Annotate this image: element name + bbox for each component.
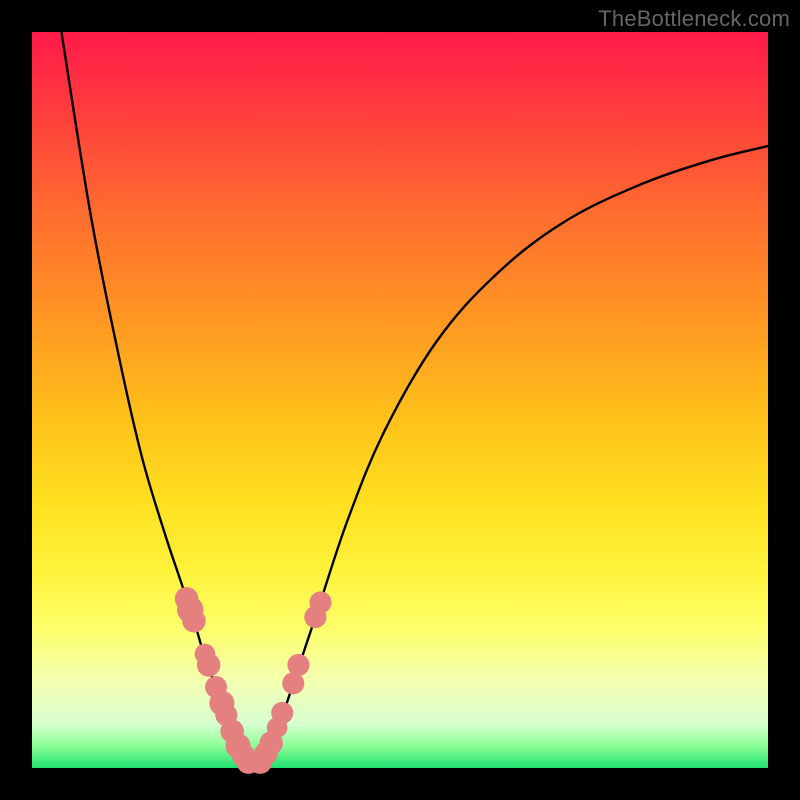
- watermark-text: TheBottleneck.com: [598, 6, 790, 32]
- marker-layer: [175, 587, 332, 774]
- data-marker: [309, 591, 331, 613]
- data-marker: [271, 702, 293, 724]
- curve-layer: [61, 32, 768, 764]
- chart-svg: [32, 32, 768, 768]
- plot-area: [32, 32, 768, 768]
- data-marker: [182, 609, 206, 633]
- chart-frame: TheBottleneck.com: [0, 0, 800, 800]
- curve-left-curve: [61, 32, 249, 764]
- data-marker: [197, 653, 221, 677]
- data-marker: [287, 654, 309, 676]
- curve-right-curve: [260, 146, 768, 764]
